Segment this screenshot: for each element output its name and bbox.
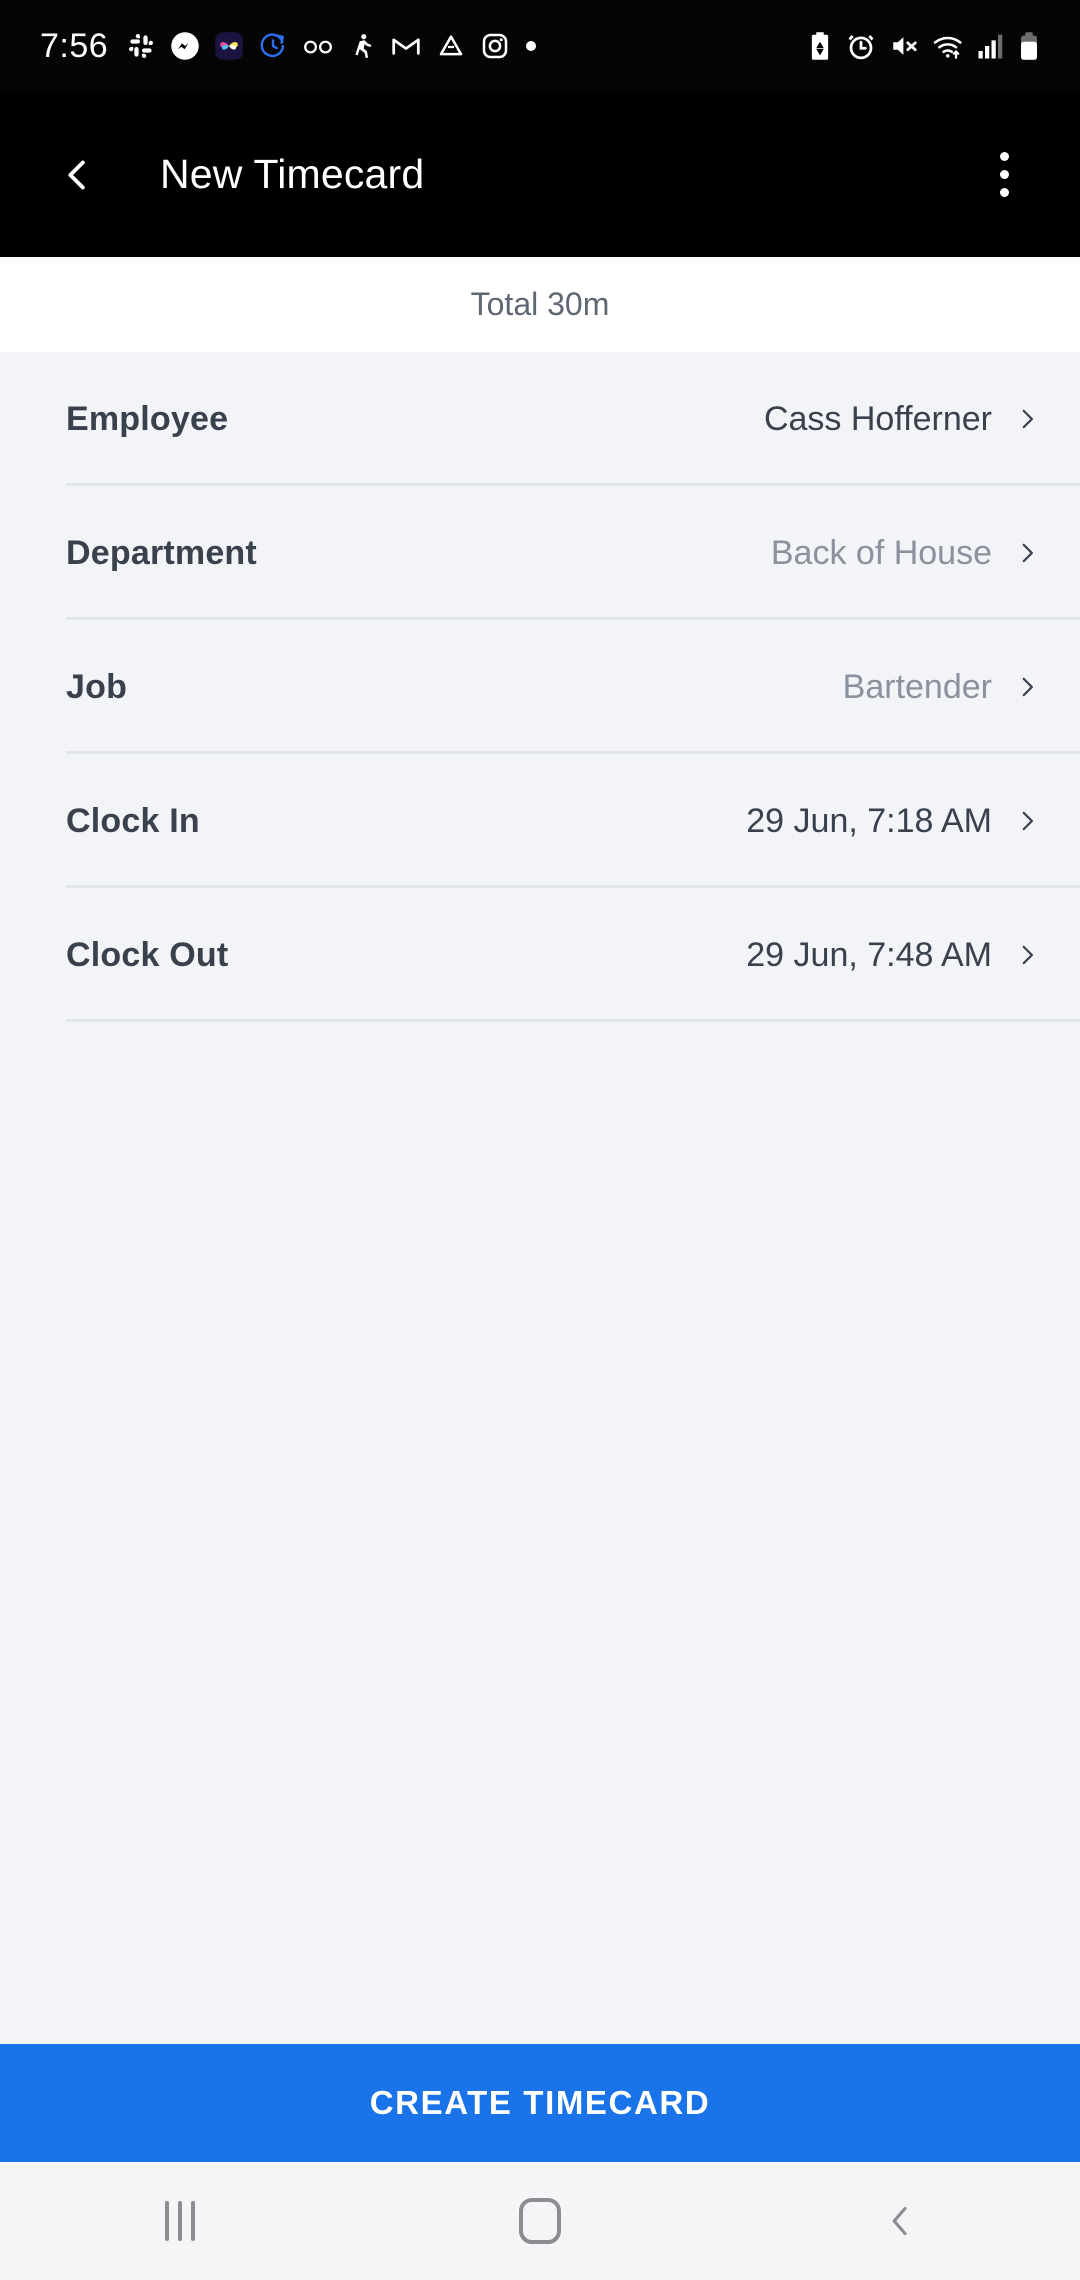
chevron-right-icon	[1014, 942, 1040, 968]
running-person-icon	[348, 31, 376, 61]
cellular-signal-icon	[977, 31, 1005, 61]
overflow-dot-icon	[1000, 170, 1009, 179]
chevron-right-icon	[1014, 406, 1040, 432]
row-value-wrapper: Cass Hofferner	[764, 400, 1040, 439]
battery-saver-icon	[807, 31, 833, 61]
row-value-wrapper: Back of House	[771, 534, 1040, 573]
mute-icon	[889, 31, 919, 61]
status-notification-icons	[126, 31, 538, 61]
gmail-icon	[390, 31, 422, 61]
form-row-department[interactable]: Department Back of House	[0, 486, 1080, 620]
form-row-clock-out[interactable]: Clock Out 29 Jun, 7:48 AM	[0, 888, 1080, 1022]
row-label: Clock Out	[66, 936, 228, 975]
timecard-form-list: Employee Cass Hofferner Department Back …	[0, 352, 1080, 2044]
row-value: 29 Jun, 7:48 AM	[746, 936, 992, 975]
nav-back-icon	[880, 2201, 920, 2241]
form-row-employee[interactable]: Employee Cass Hofferner	[0, 352, 1080, 486]
messenger-icon	[170, 31, 200, 61]
recents-icon	[165, 2201, 195, 2241]
row-value-wrapper: Bartender	[843, 668, 1040, 707]
clock-refresh-icon	[258, 31, 288, 61]
nav-back-button[interactable]	[810, 2171, 990, 2271]
row-value: Back of House	[771, 534, 992, 573]
row-value-wrapper: 29 Jun, 7:48 AM	[746, 936, 1040, 975]
row-value: Bartender	[843, 668, 992, 707]
app-bar: New Timecard	[0, 92, 1080, 257]
more-notifications-dot-icon	[524, 39, 538, 53]
overflow-dot-icon	[1000, 152, 1009, 161]
battery-icon	[1018, 31, 1040, 61]
alarm-icon	[846, 31, 876, 61]
nav-recents-button[interactable]	[90, 2171, 270, 2271]
page-title: New Timecard	[160, 151, 424, 198]
row-value-wrapper: 29 Jun, 7:18 AM	[746, 802, 1040, 841]
nav-home-button[interactable]	[450, 2171, 630, 2271]
chevron-right-icon	[1014, 808, 1040, 834]
phone-screen: 7:56	[0, 0, 1080, 2280]
row-label: Job	[66, 668, 127, 707]
row-label: Employee	[66, 400, 228, 439]
create-timecard-button[interactable]: CREATE TIMECARD	[0, 2044, 1080, 2162]
row-label: Clock In	[66, 802, 200, 841]
butterfly-app-icon	[214, 31, 244, 61]
instagram-icon	[480, 31, 510, 61]
total-summary-bar: Total 30m	[0, 257, 1080, 352]
slack-icon	[126, 31, 156, 61]
row-value: Cass Hofferner	[764, 400, 992, 439]
chevron-left-icon	[57, 155, 97, 195]
voicemail-icon	[302, 31, 334, 61]
back-button[interactable]	[46, 144, 108, 206]
wifi-icon	[932, 31, 964, 61]
chevron-right-icon	[1014, 540, 1040, 566]
status-bar: 7:56	[0, 0, 1080, 92]
row-label: Department	[66, 534, 257, 573]
form-row-clock-in[interactable]: Clock In 29 Jun, 7:18 AM	[0, 754, 1080, 888]
total-duration-label: Total 30m	[471, 286, 610, 323]
overflow-menu-button[interactable]	[974, 139, 1034, 211]
google-drive-icon	[436, 31, 466, 61]
home-icon	[519, 2198, 561, 2244]
status-system-icons	[807, 31, 1040, 61]
create-timecard-label: CREATE TIMECARD	[370, 2084, 711, 2122]
chevron-right-icon	[1014, 674, 1040, 700]
status-clock: 7:56	[40, 29, 108, 63]
row-value: 29 Jun, 7:18 AM	[746, 802, 992, 841]
form-row-job[interactable]: Job Bartender	[0, 620, 1080, 754]
system-navigation-bar	[0, 2162, 1080, 2280]
overflow-dot-icon	[1000, 188, 1009, 197]
